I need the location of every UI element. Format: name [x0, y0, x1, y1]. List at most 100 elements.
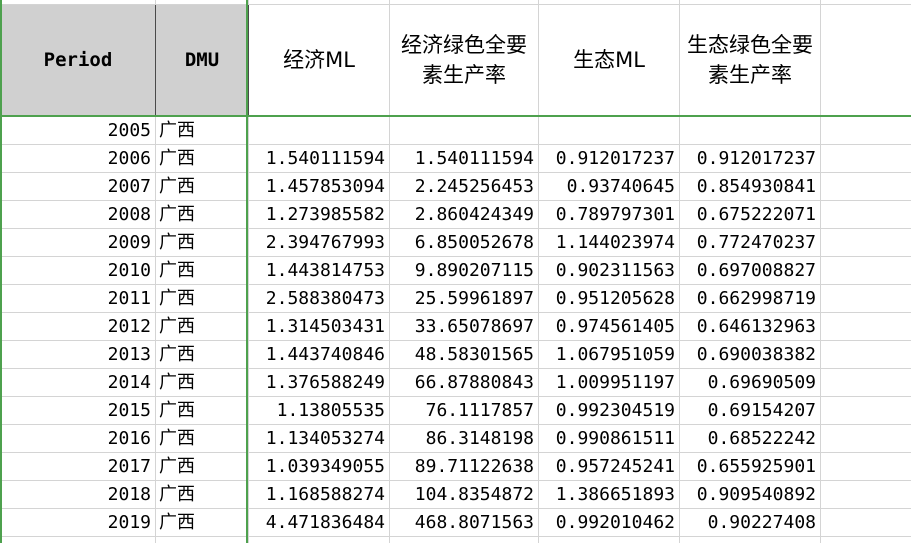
- header-cell-period[interactable]: Period: [0, 4, 156, 117]
- cell-econ-ml[interactable]: 1.376588249: [248, 368, 390, 397]
- cell-eco-gtfp[interactable]: 0.854930841: [679, 172, 821, 201]
- cell-econ-ml[interactable]: 1.168588274: [248, 480, 390, 509]
- cell-dmu[interactable]: 广西: [155, 508, 249, 537]
- cell-empty[interactable]: [820, 536, 911, 543]
- cell-econ-ml[interactable]: 1.13805535: [248, 396, 390, 425]
- cell-econ-ml[interactable]: 1.039349055: [248, 452, 390, 481]
- cell-econ-ml[interactable]: 1.314503431: [248, 312, 390, 341]
- cell-period[interactable]: 2006: [0, 144, 156, 173]
- cell-eco-gtfp[interactable]: 0.675222071: [679, 200, 821, 229]
- cell-empty[interactable]: [820, 340, 911, 369]
- cell-econ-gtfp[interactable]: 48.58301565: [389, 340, 539, 369]
- cell-eco-ml[interactable]: 0.789797301: [538, 200, 680, 229]
- cell-empty[interactable]: [0, 536, 156, 543]
- cell-dmu[interactable]: 广西: [155, 312, 249, 341]
- cell-econ-gtfp[interactable]: 2.245256453: [389, 172, 539, 201]
- cell-econ-ml[interactable]: 1.443740846: [248, 340, 390, 369]
- header-cell-eco-gtfp[interactable]: 生态绿色全要素生产率: [679, 4, 821, 117]
- cell-empty[interactable]: [820, 508, 911, 537]
- cell-dmu[interactable]: 广西: [155, 340, 249, 369]
- cell-eco-ml[interactable]: 0.974561405: [538, 312, 680, 341]
- cell-econ-ml[interactable]: 1.273985582: [248, 200, 390, 229]
- cell-econ-gtfp[interactable]: 76.1117857: [389, 396, 539, 425]
- cell-empty[interactable]: [820, 172, 911, 201]
- cell-empty[interactable]: [679, 536, 821, 543]
- cell-empty[interactable]: [820, 228, 911, 257]
- cell-dmu[interactable]: 广西: [155, 284, 249, 313]
- cell-econ-gtfp[interactable]: 6.850052678: [389, 228, 539, 257]
- cell-period[interactable]: 2013: [0, 340, 156, 369]
- cell-dmu[interactable]: 广西: [155, 228, 249, 257]
- cell-econ-gtfp[interactable]: 89.71122638: [389, 452, 539, 481]
- cell-econ-gtfp[interactable]: 104.8354872: [389, 480, 539, 509]
- cell-period[interactable]: 2007: [0, 172, 156, 201]
- cell-period[interactable]: 2012: [0, 312, 156, 341]
- cell-econ-gtfp[interactable]: 25.59961897: [389, 284, 539, 313]
- cell-eco-ml[interactable]: 1.386651893: [538, 480, 680, 509]
- header-cell-empty[interactable]: [820, 4, 911, 117]
- cell-econ-ml[interactable]: 1.540111594: [248, 144, 390, 173]
- cell-eco-ml[interactable]: [538, 115, 680, 145]
- cell-eco-ml[interactable]: 0.912017237: [538, 144, 680, 173]
- cell-eco-ml[interactable]: 1.009951197: [538, 368, 680, 397]
- cell-econ-gtfp[interactable]: [389, 115, 539, 145]
- cell-empty[interactable]: [820, 480, 911, 509]
- cell-econ-ml[interactable]: 2.588380473: [248, 284, 390, 313]
- cell-eco-ml[interactable]: 0.957245241: [538, 452, 680, 481]
- cell-eco-ml[interactable]: 0.93740645: [538, 172, 680, 201]
- cell-eco-ml[interactable]: 0.992010462: [538, 508, 680, 537]
- cell-empty[interactable]: [820, 312, 911, 341]
- cell-eco-ml[interactable]: 1.144023974: [538, 228, 680, 257]
- cell-empty[interactable]: [389, 536, 539, 543]
- cell-dmu[interactable]: 广西: [155, 368, 249, 397]
- cell-econ-ml[interactable]: 1.457853094: [248, 172, 390, 201]
- cell-period[interactable]: 2005: [0, 115, 156, 145]
- cell-eco-gtfp[interactable]: 0.69154207: [679, 396, 821, 425]
- cell-eco-ml[interactable]: 0.992304519: [538, 396, 680, 425]
- cell-dmu[interactable]: 广西: [155, 424, 249, 453]
- cell-empty[interactable]: [538, 536, 680, 543]
- cell-eco-ml[interactable]: 0.951205628: [538, 284, 680, 313]
- cell-period[interactable]: 2015: [0, 396, 156, 425]
- cell-eco-gtfp[interactable]: [679, 115, 821, 145]
- cell-period[interactable]: 2016: [0, 424, 156, 453]
- cell-empty[interactable]: [820, 115, 911, 145]
- cell-empty[interactable]: [820, 368, 911, 397]
- cell-eco-gtfp[interactable]: 0.646132963: [679, 312, 821, 341]
- header-cell-dmu[interactable]: DMU: [155, 4, 249, 117]
- cell-econ-gtfp[interactable]: 1.540111594: [389, 144, 539, 173]
- cell-empty[interactable]: [155, 536, 249, 543]
- cell-period[interactable]: 2014: [0, 368, 156, 397]
- cell-empty[interactable]: [820, 396, 911, 425]
- cell-dmu[interactable]: 广西: [155, 200, 249, 229]
- cell-empty[interactable]: [248, 536, 390, 543]
- cell-empty[interactable]: [820, 284, 911, 313]
- cell-econ-ml[interactable]: 1.443814753: [248, 256, 390, 285]
- cell-econ-gtfp[interactable]: 2.860424349: [389, 200, 539, 229]
- cell-dmu[interactable]: 广西: [155, 256, 249, 285]
- cell-empty[interactable]: [820, 200, 911, 229]
- cell-period[interactable]: 2009: [0, 228, 156, 257]
- cell-econ-gtfp[interactable]: 9.890207115: [389, 256, 539, 285]
- cell-eco-gtfp[interactable]: 0.662998719: [679, 284, 821, 313]
- cell-eco-gtfp[interactable]: 0.697008827: [679, 256, 821, 285]
- cell-dmu[interactable]: 广西: [155, 396, 249, 425]
- cell-eco-gtfp[interactable]: 0.909540892: [679, 480, 821, 509]
- cell-eco-ml[interactable]: 0.990861511: [538, 424, 680, 453]
- cell-econ-gtfp[interactable]: 33.65078697: [389, 312, 539, 341]
- cell-period[interactable]: 2019: [0, 508, 156, 537]
- cell-dmu[interactable]: 广西: [155, 144, 249, 173]
- cell-period[interactable]: 2018: [0, 480, 156, 509]
- header-cell-econ-ml[interactable]: 经济ML: [248, 4, 390, 117]
- cell-econ-gtfp[interactable]: 86.3148198: [389, 424, 539, 453]
- cell-dmu[interactable]: 广西: [155, 172, 249, 201]
- cell-econ-ml[interactable]: [248, 115, 390, 145]
- cell-econ-ml[interactable]: 4.471836484: [248, 508, 390, 537]
- cell-eco-gtfp[interactable]: 0.68522242: [679, 424, 821, 453]
- cell-eco-gtfp[interactable]: 0.912017237: [679, 144, 821, 173]
- cell-empty[interactable]: [820, 144, 911, 173]
- cell-period[interactable]: 2008: [0, 200, 156, 229]
- cell-eco-gtfp[interactable]: 0.772470237: [679, 228, 821, 257]
- cell-econ-gtfp[interactable]: 468.8071563: [389, 508, 539, 537]
- cell-eco-gtfp[interactable]: 0.690038382: [679, 340, 821, 369]
